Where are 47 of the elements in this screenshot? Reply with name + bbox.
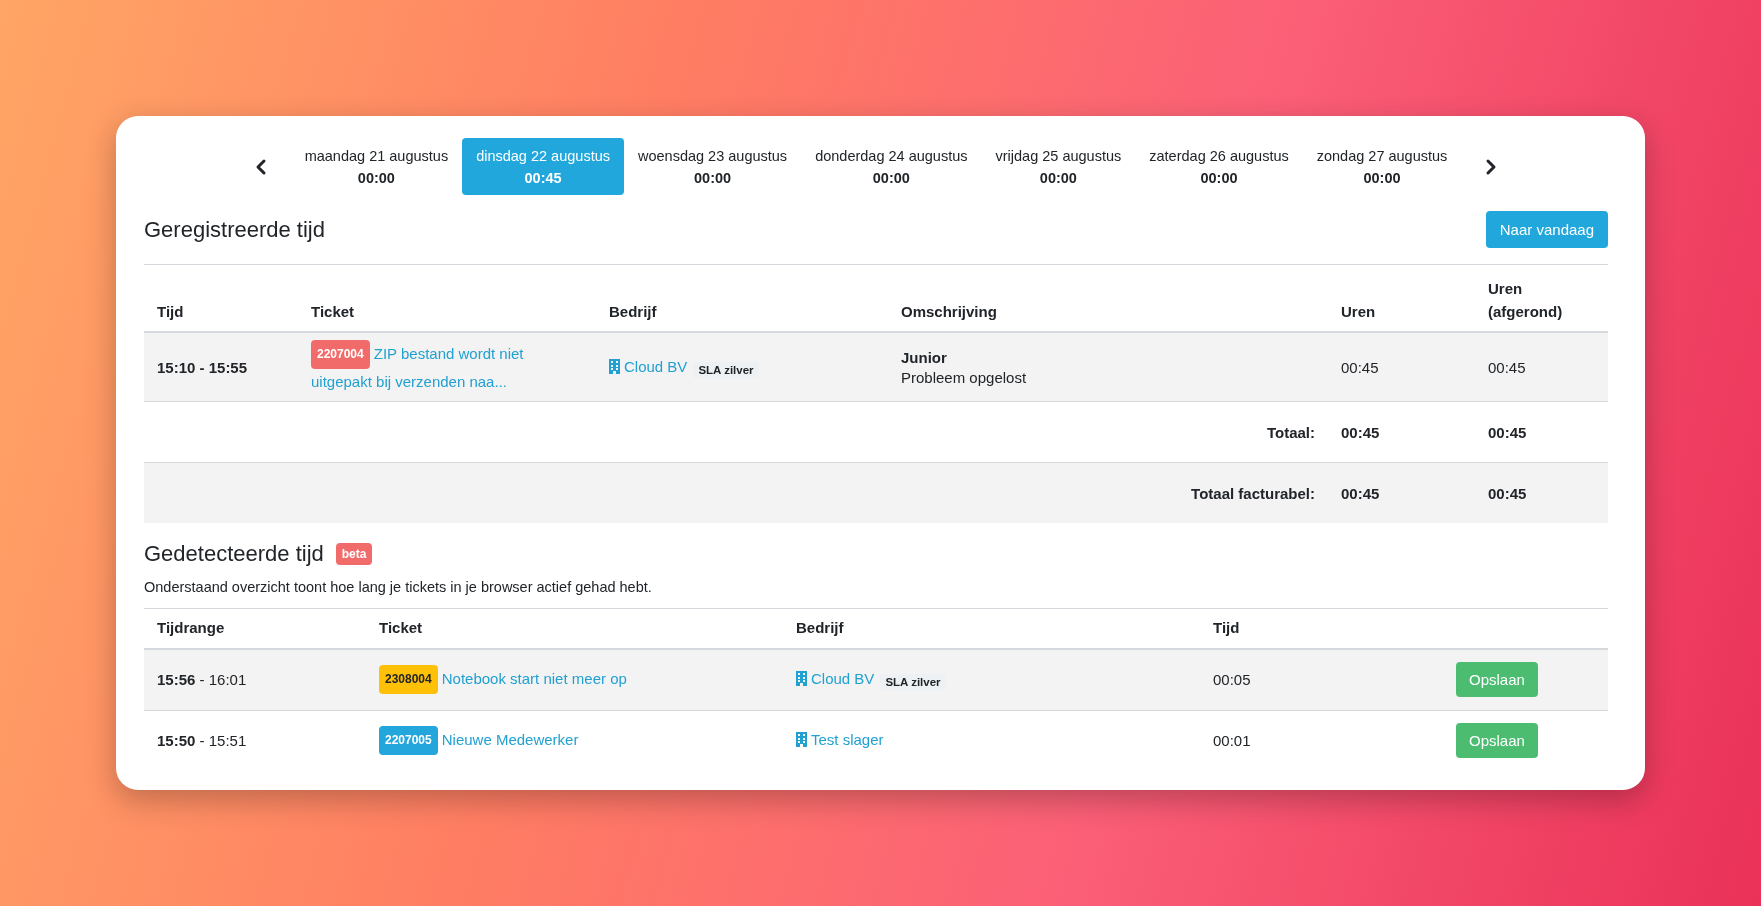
save-button[interactable]: Opslaan [1456, 662, 1538, 698]
total-hours: 00:45 [1341, 423, 1380, 441]
section-title: Geregistreerde tijd [144, 216, 325, 243]
duration-value: 00:05 [1213, 671, 1251, 689]
total-hours: 00:45 [1341, 484, 1380, 502]
day-tab[interactable]: donderdag 24 augustus 00:00 [801, 138, 982, 196]
day-tab[interactable]: woensdag 23 augustus 00:00 [623, 138, 802, 196]
building-icon [609, 358, 620, 374]
day-tab[interactable]: vrijdag 25 augustus 00:00 [981, 138, 1136, 196]
building-icon [796, 671, 807, 687]
column-header: Bedrijf [783, 608, 1200, 649]
description-text: Probleem opgelost [901, 368, 1028, 386]
total-label: Totaal: [1266, 423, 1315, 441]
today-button[interactable]: Naar vandaag [1485, 211, 1608, 249]
company-link[interactable]: Test slager [796, 731, 884, 749]
duration-value: 00:01 [1213, 732, 1251, 750]
ticket-link[interactable]: 2207004 ZIP bestand wordt niet uitgepakt bij verzenden naa... [311, 339, 583, 395]
column-header: Ticket [366, 608, 783, 649]
column-header: Tijdrange [144, 608, 366, 649]
rounded-hours-value: 00:45 [1488, 358, 1526, 376]
total-rounded-hours: 00:45 [1488, 484, 1527, 502]
sla-tag: SLA zilver [880, 674, 946, 691]
time-range: 15:10 - 15:55 [157, 358, 248, 376]
description-role: Junior [901, 348, 948, 366]
total-rounded-hours: 00:45 [1488, 423, 1527, 441]
day-tab[interactable]: zaterdag 26 augustus 00:00 [1135, 138, 1303, 196]
section-title: Gedetecteerde tijd [144, 541, 324, 568]
time-range: 15:56 - 16:01 [157, 671, 247, 689]
ticket-number-badge: 2207005 [379, 726, 438, 756]
save-button[interactable]: Opslaan [1456, 723, 1538, 759]
ticket-number-badge: 2207004 [311, 339, 370, 369]
ticket-link[interactable]: 2207005 Nieuwe Medewerker [379, 726, 770, 756]
column-header: Tijd [1200, 608, 1400, 649]
total-label: Totaal facturabel: [1191, 484, 1315, 502]
building-icon [796, 732, 807, 748]
sla-tag: SLA zilver [693, 361, 759, 378]
time-range: 15:50 - 15:51 [157, 732, 247, 750]
section-description: Onderstaand overzicht toont hoe lang je tickets in je browser actief gehad hebt. [144, 579, 653, 596]
ticket-link[interactable]: 2308004 Notebook start niet meer op [379, 665, 770, 695]
day-tab[interactable]: dinsdag 22 augustus 00:45 [462, 138, 624, 196]
company-link[interactable]: Cloud BV [609, 357, 688, 375]
day-tab[interactable]: zondag 27 augustus 00:00 [1302, 138, 1462, 196]
beta-badge: beta [335, 543, 373, 566]
company-link[interactable]: Cloud BV [796, 670, 875, 688]
day-tab[interactable]: maandag 21 augustus 00:00 [290, 138, 463, 196]
ticket-number-badge: 2308004 [379, 665, 438, 695]
hours-value: 00:45 [1341, 358, 1379, 376]
